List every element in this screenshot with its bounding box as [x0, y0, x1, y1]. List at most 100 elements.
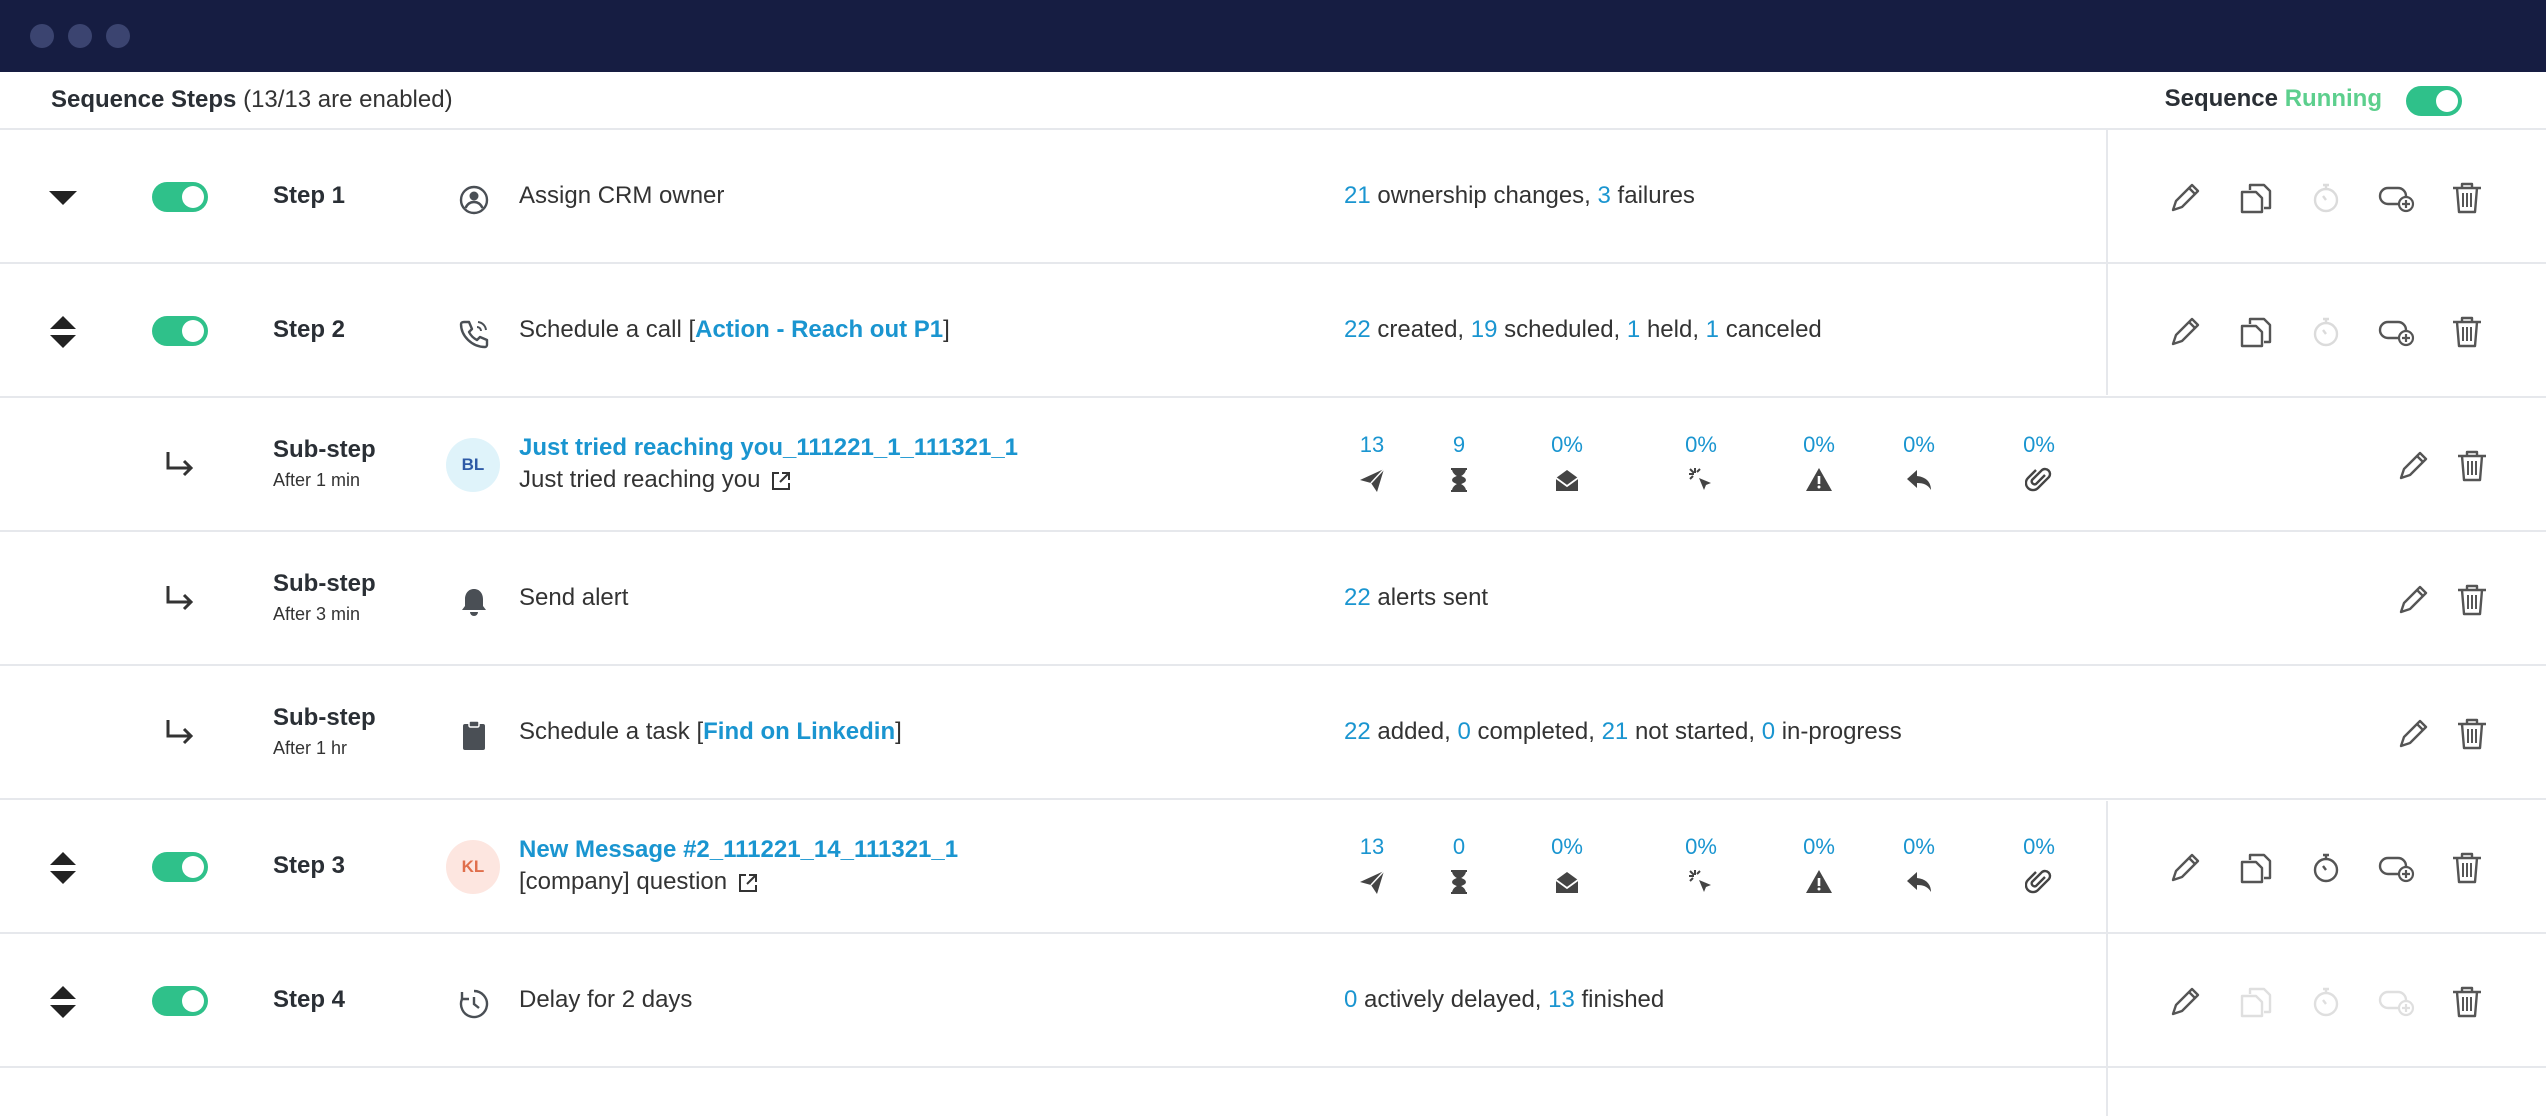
step-action-text: Delay for 2 days	[519, 986, 693, 1013]
edit-pencil-icon[interactable]	[2393, 714, 2433, 754]
timer-disabled-icon	[2306, 178, 2346, 218]
edit-pencil-icon[interactable]	[2393, 580, 2433, 620]
substep-arrow-icon	[166, 586, 194, 611]
timer-disabled-icon	[2306, 312, 2346, 352]
duplicate-copy-icon[interactable]	[2236, 178, 2276, 218]
metric-clicked: 0%	[1671, 834, 1731, 896]
step-stats: 21 ownership changes, 3 failures	[1344, 182, 1695, 209]
envelope-open-icon	[1555, 470, 1579, 491]
step-stats: 22 created, 19 scheduled, 1 held, 1 canc…	[1344, 316, 1822, 343]
email-template: New Message #2_111221_14_111321_1 [compa…	[519, 836, 958, 896]
delete-trash-icon[interactable]	[2452, 580, 2492, 620]
metric-attachments: 0%	[2009, 432, 2069, 494]
delete-trash-icon[interactable]	[2447, 312, 2487, 352]
metric-replied: 0%	[1889, 834, 1949, 896]
step-stats: 22 alerts sent	[1344, 584, 1489, 611]
substep-row-email: Sub-step After 1 min BL Just tried reachi…	[0, 398, 2546, 532]
email-subject: [company] question	[519, 868, 728, 895]
metric-scheduled: 9	[1429, 432, 1489, 494]
email-template-link[interactable]: New Message #2_111221_14_111321_1	[519, 836, 958, 864]
step-row-1: Step 1 Assign CRM owner 21 ownership cha…	[0, 130, 2546, 264]
step-row-2: Step 2 Schedule a call [Action - Reach o…	[0, 264, 2546, 398]
reorder-sort-icon[interactable]	[48, 850, 78, 886]
step-action-text: Assign CRM owner	[519, 182, 725, 209]
substep-arrow-icon	[166, 720, 194, 745]
step-row-4: Step 4 Delay for 2 days 0 actively delay…	[0, 934, 2546, 1068]
edit-pencil-icon[interactable]	[2165, 982, 2205, 1022]
step-4-enabled-toggle[interactable]	[152, 986, 208, 1016]
delay-clock-icon	[459, 989, 489, 1019]
step-3-enabled-toggle[interactable]	[152, 852, 208, 882]
step-stats: 22 added, 0 completed, 21 not started, 0…	[1344, 718, 1902, 745]
substep-row-task: Sub-step After 1 hr Schedule a task [Find…	[0, 666, 2546, 800]
step-stats: 0 actively delayed, 13 finished	[1344, 986, 1665, 1013]
page-title: Sequence Steps (13/13 are enabled)	[51, 86, 453, 113]
action-link[interactable]: Find on Linkedin	[703, 718, 895, 745]
external-link-icon[interactable]	[770, 470, 792, 492]
delete-trash-icon[interactable]	[2452, 714, 2492, 754]
substep-label: Sub-step After 3 min	[273, 570, 376, 624]
avatar: BL	[446, 438, 500, 492]
metric-scheduled: 0	[1429, 834, 1489, 896]
timer-icon[interactable]	[2306, 848, 2346, 888]
delete-trash-icon[interactable]	[2447, 178, 2487, 218]
duplicate-copy-icon[interactable]	[2236, 312, 2276, 352]
collapse-caret-icon[interactable]	[49, 191, 77, 205]
edit-pencil-icon[interactable]	[2165, 178, 2205, 218]
delete-trash-icon[interactable]	[2447, 848, 2487, 888]
step-label: Step 3	[273, 852, 346, 879]
reply-arrow-icon	[1907, 872, 1931, 892]
add-substep-icon[interactable]	[2376, 312, 2416, 352]
step-label: Step 2	[273, 316, 346, 343]
window-maximize-dot[interactable]	[106, 24, 130, 48]
bell-icon	[462, 589, 486, 616]
metric-bounced: 0%	[1789, 432, 1849, 494]
sequence-running-toggle[interactable]	[2406, 86, 2462, 116]
step-action-text: Schedule a call [Action - Reach out P1]	[519, 316, 950, 343]
paper-plane-icon	[1360, 870, 1385, 894]
edit-pencil-icon[interactable]	[2165, 312, 2205, 352]
metric-bounced: 0%	[1789, 834, 1849, 896]
metric-sent: 13	[1342, 432, 1402, 494]
phone-icon	[459, 320, 489, 349]
hourglass-icon	[1451, 870, 1467, 894]
step-2-enabled-toggle[interactable]	[152, 316, 208, 346]
paper-plane-icon	[1360, 468, 1385, 492]
substep-row-alert: Sub-step After 3 min Send alert 22 alerts…	[0, 532, 2546, 666]
sequence-status: Sequence Running	[2164, 85, 2382, 112]
reorder-sort-icon[interactable]	[48, 984, 78, 1020]
metric-clicked: 0%	[1671, 432, 1731, 494]
edit-pencil-icon[interactable]	[2165, 848, 2205, 888]
edit-pencil-icon[interactable]	[2393, 446, 2433, 486]
action-link[interactable]: Action - Reach out P1	[695, 316, 943, 343]
duplicate-copy-icon[interactable]	[2236, 848, 2276, 888]
add-substep-disabled-icon	[2376, 982, 2416, 1022]
step-label: Step 4	[273, 986, 346, 1013]
clipboard-icon	[463, 720, 485, 750]
paperclip-icon	[2025, 467, 2052, 492]
add-substep-icon[interactable]	[2376, 178, 2416, 218]
step-1-enabled-toggle[interactable]	[152, 182, 208, 212]
metric-attachments: 0%	[2009, 834, 2069, 896]
reorder-sort-icon[interactable]	[48, 314, 78, 350]
delete-trash-icon[interactable]	[2452, 446, 2492, 486]
delete-trash-icon[interactable]	[2447, 982, 2487, 1022]
window-close-dot[interactable]	[30, 24, 54, 48]
avatar: KL	[446, 840, 500, 894]
external-link-icon[interactable]	[737, 872, 759, 894]
email-template-link[interactable]: Just tried reaching you_111221_1_111321_…	[519, 434, 1018, 462]
click-cursor-icon	[1689, 870, 1711, 892]
reply-arrow-icon	[1907, 470, 1931, 490]
substep-label: Sub-step After 1 min	[273, 436, 376, 490]
warning-triangle-icon	[1806, 468, 1832, 491]
warning-triangle-icon	[1806, 870, 1832, 893]
window-minimize-dot[interactable]	[68, 24, 92, 48]
metric-replied: 0%	[1889, 432, 1949, 494]
email-template: Just tried reaching you_111221_1_111321_…	[519, 434, 1018, 494]
paperclip-icon	[2025, 869, 2052, 894]
envelope-open-icon	[1555, 872, 1579, 893]
add-substep-icon[interactable]	[2376, 848, 2416, 888]
step-row-3: Step 3 KL New Message #2_111221_14_11132…	[0, 800, 2546, 934]
user-circle-icon	[459, 185, 489, 215]
timer-disabled-icon	[2306, 982, 2346, 1022]
